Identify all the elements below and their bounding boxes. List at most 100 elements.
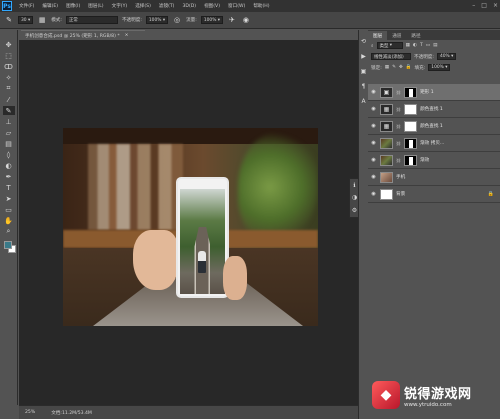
layer-name[interactable]: 渐效 (420, 157, 429, 163)
visibility-eye-icon[interactable]: ◉ (370, 89, 377, 95)
layer-name[interactable]: 渐效 拷贝... (420, 140, 444, 146)
paragraph-icon[interactable]: ¶ (360, 83, 367, 90)
eraser-icon[interactable]: ▱ (3, 128, 15, 137)
menu-3d[interactable]: 3D(D) (178, 4, 200, 9)
hand-icon[interactable]: ✋ (3, 216, 15, 225)
actions-icon[interactable]: ▶ (360, 53, 367, 60)
close-icon[interactable]: × (493, 2, 498, 9)
eyedropper-icon[interactable]: ⁄ (3, 95, 15, 104)
layer-mask-thumbnail[interactable] (404, 154, 418, 166)
character-icon[interactable]: A (360, 98, 367, 105)
pressure-size-icon[interactable]: ◉ (241, 15, 251, 25)
tab-close-icon[interactable]: × (125, 33, 129, 38)
opacity-field[interactable]: 100% ▾ (145, 16, 169, 24)
marquee-icon[interactable]: ⬚ (3, 51, 15, 60)
layer-row[interactable]: ◉ ▣ ⛓ 矩形 1 (368, 84, 500, 101)
tab-channels[interactable]: 通道 (387, 31, 406, 40)
visibility-eye-icon[interactable]: ◉ (370, 191, 377, 197)
history-icon[interactable]: ⟲ (360, 38, 367, 45)
brush-panel-icon[interactable]: ▦ (37, 15, 47, 25)
menu-help[interactable]: 帮助(H) (249, 3, 273, 9)
search-icon: ⌕ (371, 43, 374, 49)
visibility-eye-icon[interactable]: ◉ (370, 157, 377, 163)
brush-size-picker[interactable]: 30 ▾ (18, 16, 34, 24)
layer-mask-thumbnail[interactable] (404, 103, 418, 115)
layer-row[interactable]: ◉ ⛓ 渐效 (368, 152, 500, 169)
menu-select[interactable]: 选择(S) (131, 3, 155, 9)
layer-thumbnail (380, 171, 393, 183)
layer-opacity-field[interactable]: 40% ▾ (436, 53, 457, 60)
menu-edit[interactable]: 编辑(E) (38, 3, 62, 9)
layer-row[interactable]: ◉ ⛓ 渐效 拷贝... (368, 135, 500, 152)
filter-shape-icon[interactable]: ▭ (426, 43, 430, 48)
pressure-opacity-icon[interactable]: ◎ (172, 15, 182, 25)
blend-mode-select[interactable]: 线性减淡(添加) (371, 53, 411, 60)
move-icon[interactable]: ✥ (3, 40, 15, 49)
layer-name[interactable]: 背景 (396, 191, 405, 197)
adjust-panel-icon[interactable]: ◑ (351, 194, 358, 201)
filter-smart-icon[interactable]: ▤ (433, 43, 437, 48)
menu-type[interactable]: 文字(Y) (108, 3, 132, 9)
mode-select[interactable]: 正常 (65, 16, 118, 24)
dodge-icon[interactable]: ◐ (3, 161, 15, 170)
type-icon[interactable]: T (3, 183, 15, 192)
menu-layer[interactable]: 图层(L) (84, 3, 107, 9)
lock-pixels-icon[interactable]: ✎ (392, 65, 396, 70)
fill-field[interactable]: 100% ▾ (428, 64, 451, 71)
visibility-eye-icon[interactable]: ◉ (370, 106, 377, 112)
path-select-icon[interactable]: ➤ (3, 194, 15, 203)
filter-kind-select[interactable]: 类型 ▾ (376, 42, 403, 49)
tab-layers[interactable]: 图层 (368, 31, 388, 40)
document-tab[interactable]: 手机创意合成.psd @ 25% (矩形 1, RGB/8) * × (21, 30, 145, 40)
layer-row[interactable]: ◉ 背景 🔒 (368, 186, 500, 203)
crop-icon[interactable]: ⌗ (3, 84, 15, 93)
layer-mask-thumbnail[interactable] (404, 137, 418, 149)
menu-image[interactable]: 图像(I) (62, 3, 84, 9)
filter-type-icon[interactable]: T (420, 43, 423, 48)
brush-tool-icon[interactable]: ✎ (4, 15, 14, 25)
blur-icon[interactable]: ◊ (3, 150, 15, 159)
maximize-icon[interactable]: □ (481, 2, 487, 9)
filter-adjust-icon[interactable]: ◐ (413, 43, 417, 48)
layer-mask-thumbnail[interactable] (404, 86, 418, 98)
shape-icon[interactable]: ▭ (3, 205, 15, 214)
visibility-eye-icon[interactable]: ◉ (370, 140, 377, 146)
menu-filter[interactable]: 滤镜(T) (155, 3, 179, 9)
quick-select-icon[interactable]: ✧ (3, 73, 15, 82)
zoom-level[interactable]: 25% (25, 410, 35, 415)
menu-window[interactable]: 窗口(W) (224, 3, 249, 9)
layer-comps-icon[interactable]: ▣ (360, 68, 367, 75)
visibility-eye-icon[interactable]: ◉ (370, 174, 377, 180)
lasso-icon[interactable]: ↀ (3, 62, 15, 71)
airbrush-icon[interactable]: ✈ (227, 15, 237, 25)
layer-name[interactable]: 矩形 1 (420, 89, 434, 95)
flow-field[interactable]: 100% ▾ (200, 16, 223, 24)
layer-row[interactable]: ◉ 手机 (368, 169, 500, 186)
properties-panel-icon[interactable]: ⚙ (351, 207, 358, 214)
lock-position-icon[interactable]: ✥ (399, 65, 403, 70)
gradient-icon[interactable]: ▤ (3, 139, 15, 148)
menu-file[interactable]: 文件(F) (15, 3, 38, 9)
foreground-color-swatch[interactable] (4, 241, 12, 249)
visibility-eye-icon[interactable]: ◉ (370, 123, 377, 129)
stamp-icon[interactable]: ⊥ (3, 117, 15, 126)
layer-name[interactable]: 颜色查找 1 (420, 123, 443, 129)
layer-row[interactable]: ◉ ▦ ⛓ 颜色查找 1 (368, 101, 500, 118)
info-panel-icon[interactable]: ℹ (351, 182, 358, 189)
brush-icon[interactable]: ✎ (2, 106, 15, 115)
zoom-icon[interactable]: ⌕ (3, 227, 15, 236)
image-books (88, 144, 183, 230)
link-icon: ⛓ (396, 140, 402, 146)
pen-icon[interactable]: ✒ (3, 172, 15, 181)
layer-name[interactable]: 颜色查找 1 (420, 106, 443, 112)
minimize-icon[interactable]: – (472, 2, 475, 9)
layer-name[interactable]: 手机 (396, 174, 405, 180)
layer-row[interactable]: ◉ ▦ ⛓ 颜色查找 1 (368, 118, 500, 135)
layer-mask-thumbnail[interactable] (404, 120, 418, 132)
lock-all-icon[interactable]: 🔒 (406, 65, 412, 70)
menu-view[interactable]: 视图(V) (200, 3, 224, 9)
lock-transparency-icon[interactable]: ▦ (385, 65, 389, 70)
filter-pixel-icon[interactable]: ▦ (406, 43, 410, 48)
tab-paths[interactable]: 路径 (406, 31, 425, 40)
document-canvas-image[interactable] (63, 128, 318, 326)
